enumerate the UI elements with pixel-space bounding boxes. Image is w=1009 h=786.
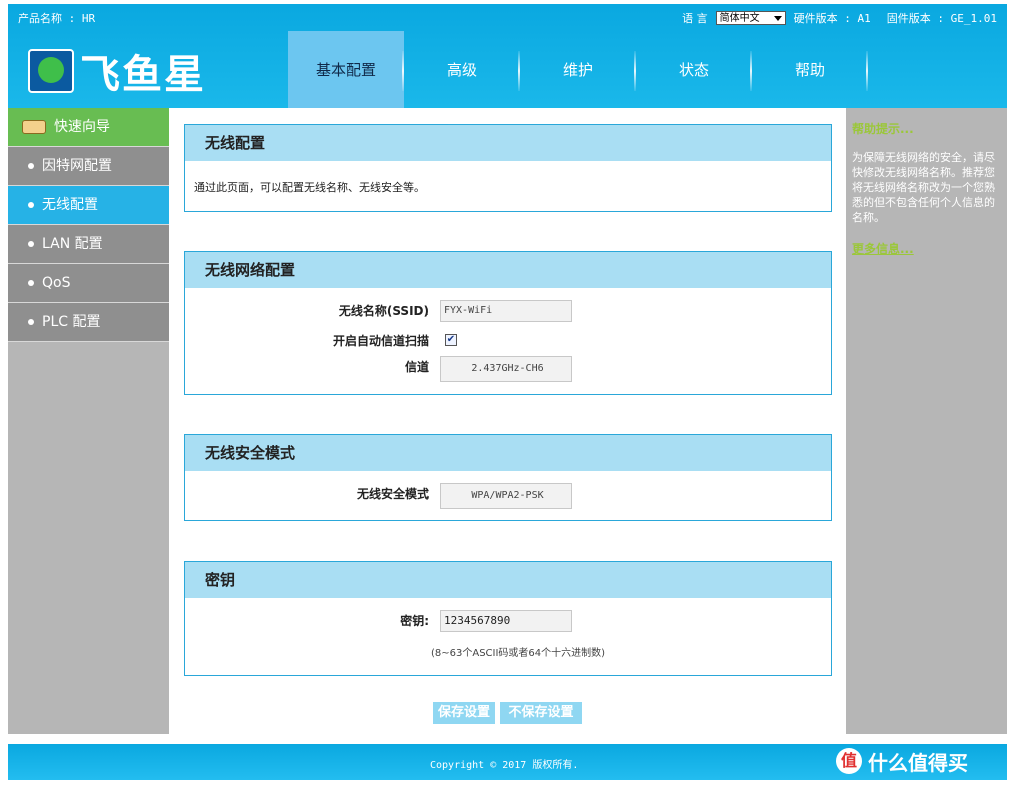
save-button[interactable]: 保存设置 bbox=[433, 702, 495, 724]
sidebar-item-qos[interactable]: QoS bbox=[8, 264, 169, 303]
sidebar-item-internet[interactable]: 因特网配置 bbox=[8, 147, 169, 186]
language-select[interactable]: 简体中文 bbox=[715, 11, 786, 25]
top-info-right: 语 言 简体中文 硬件版本 : A1 固件版本 : GE_1.01 bbox=[682, 10, 997, 26]
sidebar-item-label: QoS bbox=[42, 275, 71, 291]
help-body: 为保障无线网络的安全，请尽快修改无线网络名称。推荐您将无线网络名称改为一个您熟悉… bbox=[852, 151, 995, 224]
tab-maintenance[interactable]: 维护 bbox=[520, 31, 636, 111]
watermark-text: 什么值得买 bbox=[868, 750, 968, 775]
sidebar-item-label: 快速向导 bbox=[54, 119, 110, 135]
help-panel: 帮助提示... 为保障无线网络的安全，请尽快修改无线网络名称。推荐您将无线网络名… bbox=[846, 108, 1007, 734]
channel-label: 信道 bbox=[404, 360, 429, 374]
key-field[interactable]: 1234567890 bbox=[440, 610, 572, 632]
watermark-badge-icon: 值 bbox=[836, 748, 862, 774]
sidebar-item-label: LAN 配置 bbox=[42, 236, 103, 252]
tab-label: 基本配置 bbox=[315, 61, 376, 79]
panel-title: 无线配置 bbox=[185, 125, 831, 161]
main-nav: 基本配置 高级 维护 状态 帮助 bbox=[288, 31, 868, 117]
pointing-hand-icon bbox=[22, 120, 46, 134]
channel-row: 信道 : 2.437GHz-CH6 bbox=[185, 356, 831, 382]
watermark: 值 什么值得买 bbox=[836, 744, 968, 778]
logo-text: 飞鱼星 bbox=[80, 52, 206, 98]
colon: : bbox=[425, 360, 430, 374]
sidebar-item-lan[interactable]: LAN 配置 bbox=[8, 225, 169, 264]
help-title: 帮助提示... bbox=[852, 122, 914, 136]
main-content: 无线配置 通过此页面，可以配置无线名称、无线安全等。 无线网络配置 无线名称(S… bbox=[169, 108, 846, 734]
tab-help[interactable]: 帮助 bbox=[752, 31, 868, 111]
sidebar-item-plc[interactable]: PLC 配置 bbox=[8, 303, 169, 342]
tab-label: 维护 bbox=[562, 61, 593, 79]
ssid-field[interactable]: FYX-WiFi bbox=[440, 300, 572, 322]
ssid-label: 无线名称(SSID) bbox=[338, 304, 429, 318]
sidebar-item-quick-wizard[interactable]: 快速向导 bbox=[8, 108, 169, 147]
bullet-icon bbox=[28, 163, 34, 169]
bullet-icon bbox=[28, 319, 34, 325]
top-info-bar: 产品名称 : HR 语 言 简体中文 硬件版本 : A1 固件版本 : GE_1… bbox=[8, 4, 1007, 28]
tab-label: 状态 bbox=[678, 61, 709, 79]
colon: : bbox=[425, 334, 430, 348]
security-mode-field[interactable]: WPA/WPA2-PSK bbox=[440, 483, 572, 509]
colon: : bbox=[425, 304, 430, 318]
panel-title: 密钥 bbox=[185, 562, 831, 598]
cancel-button[interactable]: 不保存设置 bbox=[500, 702, 582, 724]
auto-scan-row: 开启自动信道扫描 : ✔ bbox=[185, 330, 831, 352]
wireless-config-panel: 无线配置 通过此页面，可以配置无线名称、无线安全等。 bbox=[184, 124, 832, 212]
copyright-text: Copyright © 2017 版权所有. bbox=[430, 760, 579, 771]
sidebar-item-label: PLC 配置 bbox=[42, 314, 101, 330]
tab-label: 帮助 bbox=[794, 61, 825, 79]
wireless-network-panel: 无线网络配置 无线名称(SSID) : FYX-WiFi 开启自动信道扫描 : … bbox=[184, 251, 832, 395]
ssid-row: 无线名称(SSID) : FYX-WiFi bbox=[185, 300, 831, 322]
language-select-value: 简体中文 bbox=[719, 13, 760, 24]
chevron-down-icon bbox=[773, 16, 782, 21]
wireless-security-panel: 无线安全模式 无线安全模式 : WPA/WPA2-PSK bbox=[184, 434, 832, 521]
bullet-icon bbox=[28, 280, 34, 286]
product-name: 产品名称 : HR bbox=[18, 12, 96, 25]
key-row: 密钥: 1234567890 bbox=[185, 610, 831, 632]
firmware-version: 固件版本 : GE_1.01 bbox=[886, 12, 997, 25]
more-info-link[interactable]: 更多信息... bbox=[852, 240, 914, 257]
language-label: 语 言 bbox=[682, 12, 708, 25]
key-hint: (8~63个ASCII码或者64个十六进制数) bbox=[431, 648, 606, 659]
tab-separator bbox=[866, 51, 868, 91]
panel-title: 无线安全模式 bbox=[185, 435, 831, 471]
key-label: 密钥: bbox=[400, 614, 429, 628]
sidebar-item-wireless[interactable]: 无线配置 bbox=[8, 186, 169, 225]
panel-description: 通过此页面，可以配置无线名称、无线安全等。 bbox=[194, 181, 425, 194]
security-mode-label: 无线安全模式 bbox=[356, 487, 429, 501]
auto-scan-label: 开启自动信道扫描 bbox=[332, 334, 429, 348]
hardware-version: 硬件版本 : A1 bbox=[793, 12, 871, 25]
brand-logo: 飞鱼星 bbox=[28, 48, 206, 98]
auto-scan-checkbox[interactable]: ✔ bbox=[445, 334, 457, 346]
bullet-icon bbox=[28, 241, 34, 247]
sidebar-item-label: 因特网配置 bbox=[42, 158, 112, 174]
tab-advanced[interactable]: 高级 bbox=[404, 31, 520, 111]
security-mode-row: 无线安全模式 : WPA/WPA2-PSK bbox=[185, 483, 831, 509]
key-panel: 密钥 密钥: 1234567890 (8~63个ASCII码或者64个十六进制数… bbox=[184, 561, 832, 676]
sidebar-item-label: 无线配置 bbox=[42, 197, 98, 213]
bullet-icon bbox=[28, 202, 34, 208]
header: 产品名称 : HR 语 言 简体中文 硬件版本 : A1 固件版本 : GE_1… bbox=[8, 4, 1007, 111]
tab-status[interactable]: 状态 bbox=[636, 31, 752, 111]
colon: : bbox=[425, 487, 430, 501]
tab-label: 高级 bbox=[446, 61, 477, 79]
tab-basic-config[interactable]: 基本配置 bbox=[288, 31, 404, 111]
channel-field[interactable]: 2.437GHz-CH6 bbox=[440, 356, 572, 382]
sidebar: 快速向导 因特网配置 无线配置 LAN 配置 QoS PLC 配置 bbox=[8, 108, 169, 734]
panel-title: 无线网络配置 bbox=[185, 252, 831, 288]
logo-icon bbox=[28, 49, 74, 93]
